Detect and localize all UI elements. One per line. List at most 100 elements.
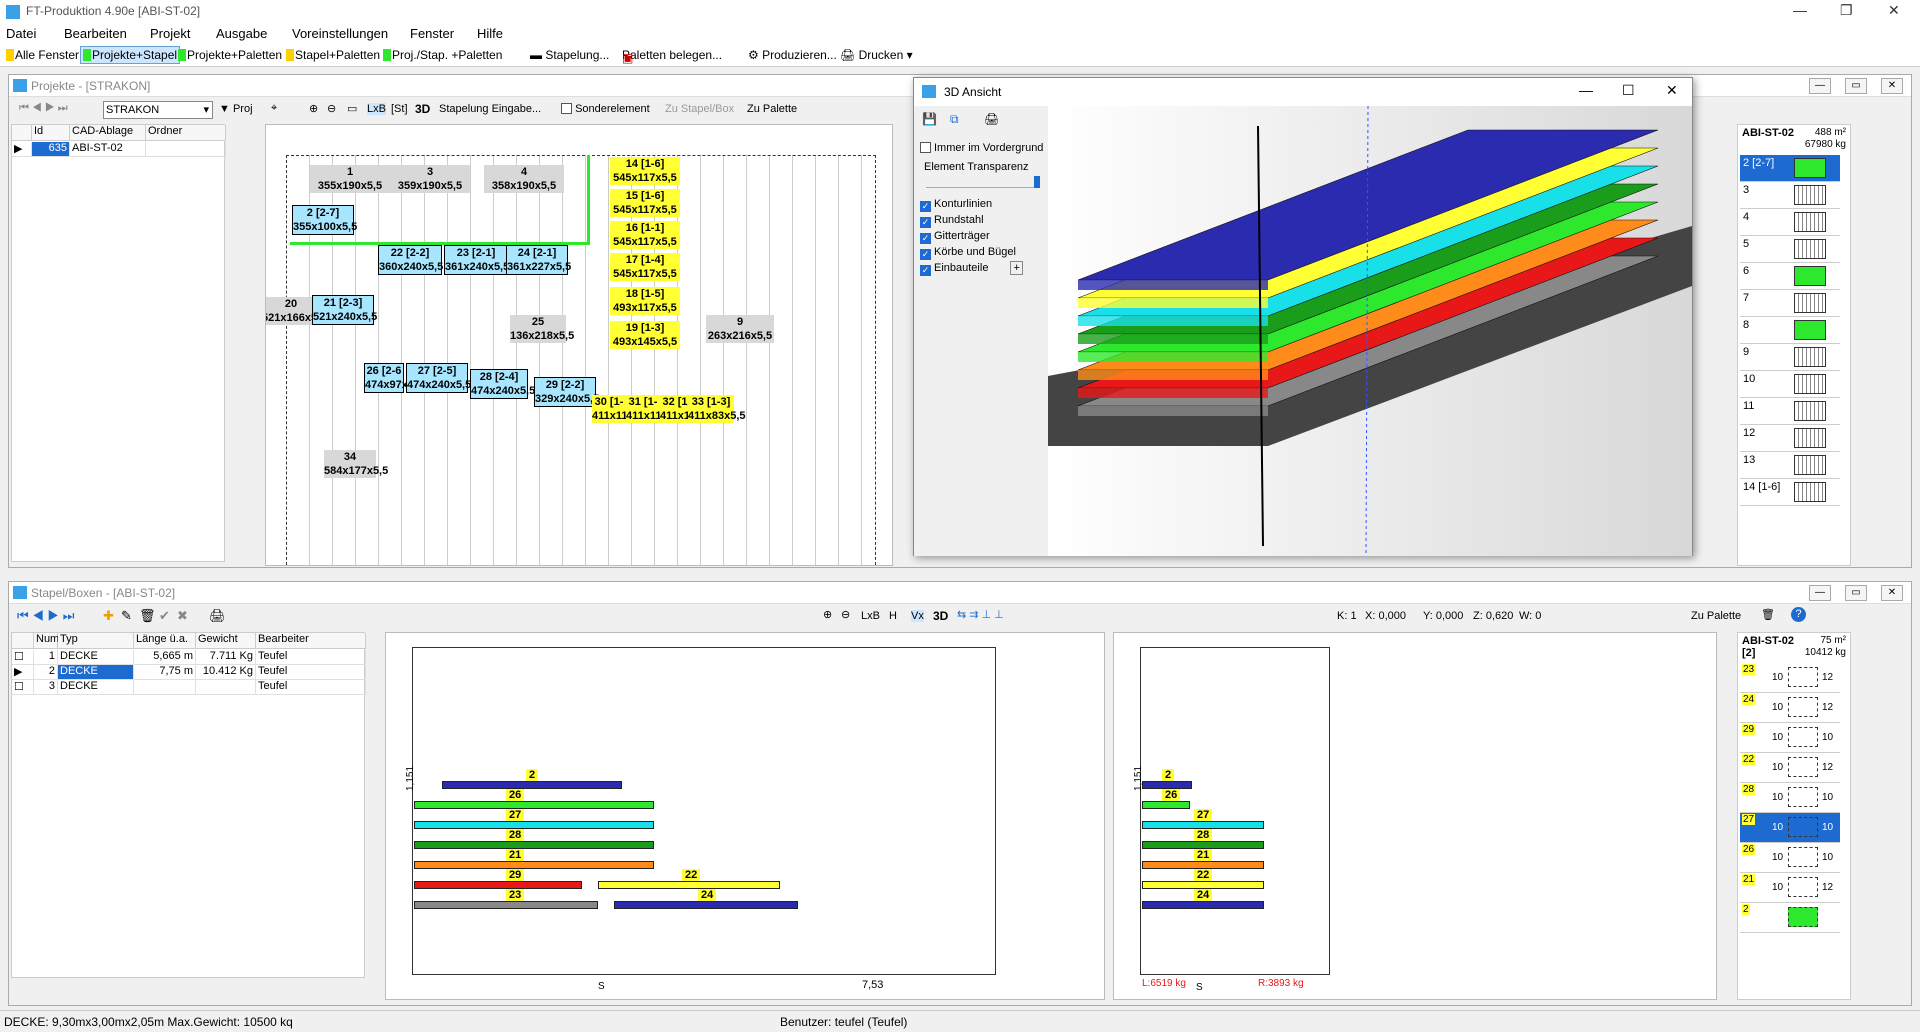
stack-list-item[interactable]: 2	[1740, 903, 1840, 933]
col-header-num[interactable]: Num	[34, 633, 59, 649]
row-checkbox[interactable]: ☐	[12, 680, 34, 695]
table-cell[interactable]: 3	[34, 680, 58, 695]
row-checkbox[interactable]: ▶	[12, 665, 34, 680]
stacks-close-button[interactable]: ✕	[1881, 585, 1903, 601]
plan-element-label[interactable]: 18 [1-5] 493x117x5,5	[610, 287, 680, 315]
stack-zoom-in-icon[interactable]: ⊕	[823, 608, 832, 621]
table-cell[interactable]: Teufel	[256, 650, 366, 665]
col-header-gewicht[interactable]: Gewicht	[196, 633, 256, 649]
menu-fenster[interactable]: Fenster	[410, 26, 454, 41]
coord-w-field[interactable]: W: 0	[1519, 610, 1541, 622]
copy-icon[interactable]: ⧉	[950, 112, 959, 127]
stack-list-item[interactable]: 28 10 10	[1740, 783, 1840, 813]
3d-minimize-icon[interactable]: —	[1579, 82, 1593, 98]
stapelung-eingabe-button[interactable]: Stapelung Eingabe...	[439, 103, 541, 115]
nav-first-icon[interactable]: ⏮ ◀ ▶ ⏭	[19, 102, 68, 115]
binoculars-icon[interactable]: ⌖	[271, 102, 277, 115]
table-cell[interactable]: 7,75 m	[134, 665, 196, 680]
table-cell-id[interactable]: 635	[32, 142, 70, 157]
plan-element-label[interactable]: 30 [1- 411x117	[592, 395, 634, 423]
stack-list-item[interactable]: 24 10 12	[1740, 693, 1840, 723]
table-cell[interactable]: Teufel	[256, 680, 366, 695]
stack-front-view[interactable]: 1,151 2 26 27 28 21 22 24 L:6519 kg S R:3893 k…	[1113, 632, 1717, 1000]
plan-element-label[interactable]: 28 [2-4] 474x240x5,5	[470, 369, 535, 399]
side-list-item[interactable]: 4	[1740, 209, 1840, 236]
add-stack-icon[interactable]: ✚	[103, 608, 114, 624]
3d-button[interactable]: 3D	[415, 102, 430, 116]
table-cell[interactable]: 7.711 Kg	[196, 650, 256, 665]
side-list-item[interactable]: 10	[1740, 371, 1840, 398]
plan-element-label[interactable]: 31 [1- 411x117	[626, 395, 668, 423]
table-cell[interactable]: 2	[34, 665, 58, 680]
plan-element-label[interactable]: 22 [2-2] 360x240x5,5	[378, 245, 443, 275]
table-cell[interactable]: 5,665 m	[134, 650, 196, 665]
plan-element-label[interactable]: 4 358x190x5,5	[484, 165, 564, 193]
zu-palette-button[interactable]: Zu Palette	[747, 103, 797, 115]
zoom-out-icon[interactable]: ⊖	[327, 102, 336, 115]
align-icons[interactable]: ⇆ ⇉ ⊥ ⊥	[957, 608, 1004, 621]
3d-viewport[interactable]	[1048, 106, 1692, 556]
st-button[interactable]: [St]	[391, 103, 408, 115]
table-cell[interactable]: DECKE	[58, 665, 134, 680]
stack-list-item[interactable]: 27 10 10	[1740, 813, 1840, 843]
stack-side-view[interactable]: 1,151 2 26 27 28 21 29 23 22 24 S 7,53	[385, 632, 1105, 1000]
save-icon[interactable]: 💾	[922, 112, 937, 126]
table-cell-ordner[interactable]	[146, 142, 226, 157]
table-cell[interactable]: 10.412 Kg	[196, 665, 256, 680]
side-list-item[interactable]: 9	[1740, 344, 1840, 371]
stack-list-item[interactable]: 22 10 12	[1740, 753, 1840, 783]
plan-element-label[interactable]: 21 [2-3] 521x240x5,5	[312, 295, 377, 325]
table-cell[interactable]: 1	[34, 650, 58, 665]
stacks-minimize-button[interactable]: —	[1809, 585, 1831, 601]
menu-projekt[interactable]: Projekt	[150, 26, 190, 41]
menu-datei[interactable]: Datei	[6, 26, 36, 41]
zoom-in-icon[interactable]: ⊕	[309, 102, 318, 115]
stack-vx-button[interactable]: Vx	[911, 610, 924, 622]
side-list-item[interactable]: 7	[1740, 290, 1840, 317]
projects-maximize-button[interactable]: ▭	[1845, 78, 1867, 94]
plan-element-label[interactable]: 29 [2-2] 329x240x5,5	[534, 377, 599, 407]
side-list-item[interactable]: 11	[1740, 398, 1840, 425]
stack-print-icon[interactable]: 🖨	[209, 608, 226, 624]
plan-element-label[interactable]: 3 359x190x5,5	[390, 165, 470, 193]
side-list-item[interactable]: 14 [1-6]	[1740, 479, 1840, 506]
menu-hilfe[interactable]: Hilfe	[477, 26, 503, 41]
stack-list-item[interactable]: 23 10 12	[1740, 663, 1840, 693]
col-header-bearbeiter[interactable]: Bearbeiter	[256, 633, 366, 649]
table-cell[interactable]: Teufel	[256, 665, 366, 680]
projekte-paletten-button[interactable]: Projekte+Paletten	[178, 48, 282, 62]
plan-element-label[interactable]: 14 [1-6] 545x117x5,5	[610, 157, 680, 185]
stack-list-item[interactable]: 26 10 10	[1740, 843, 1840, 873]
side-list-item[interactable]: 12	[1740, 425, 1840, 452]
edit-stack-icon[interactable]: ✎	[121, 608, 132, 624]
plan-element-label[interactable]: 25 136x218x5,5	[510, 315, 574, 343]
col-header-laenge[interactable]: Länge ü.a.	[134, 633, 196, 649]
stapel-paletten-button[interactable]: Stapel+Paletten	[286, 48, 380, 62]
rundstahl-checkbox[interactable]: ✓ Rundstahl	[920, 214, 984, 228]
3d-close-icon[interactable]: ✕	[1666, 82, 1678, 99]
paletten-belegen-button[interactable]: ▣ Paletten belegen...	[622, 48, 722, 65]
maximize-icon[interactable]: ❐	[1840, 2, 1853, 19]
row-checkbox[interactable]: ☐	[12, 650, 34, 665]
produzieren-button[interactable]: ⚙ Produzieren...	[748, 48, 837, 62]
stack-list-item[interactable]: 21 10 12	[1740, 873, 1840, 903]
stack-zoom-out-icon[interactable]: ⊖	[841, 608, 850, 621]
menu-voreinstellungen[interactable]: Voreinstellungen	[292, 26, 388, 41]
konturlinien-checkbox[interactable]: ✓ Konturlinien	[920, 198, 992, 212]
plan-element-label[interactable]: 32 [1 411x117	[660, 395, 702, 423]
side-list-item[interactable]: 3	[1740, 182, 1840, 209]
projekte-stapel-button[interactable]: Projekte+Stapel	[80, 46, 181, 64]
plan-element-label[interactable]: 34 584x177x5,5	[324, 450, 388, 478]
plan-element-label[interactable]: 2 [2-7] 355x100x5,5	[292, 205, 357, 235]
immer-vordergrund-checkbox[interactable]: Immer im Vordergrund	[920, 142, 1043, 154]
transparency-slider-thumb[interactable]	[1034, 176, 1040, 188]
plan-element-label[interactable]: 23 [2-1] 361x240x5,5	[444, 245, 509, 275]
stapelung-button[interactable]: ▬ Stapelung...	[530, 48, 609, 62]
side-list-item[interactable]: 5	[1740, 236, 1840, 263]
lxb-button[interactable]: LxB	[367, 103, 386, 115]
col-header-cad-ablage[interactable]: CAD-Ablage	[70, 125, 146, 141]
plan-element-label[interactable]: 24 [2-1] 361x227x5,5	[506, 245, 571, 275]
coord-z-field[interactable]: Z: 0,620	[1473, 610, 1513, 622]
close-icon[interactable]: ✕	[1888, 2, 1900, 19]
plan-element-label[interactable]: 33 [1-3] 411x83x5,5	[688, 395, 746, 423]
